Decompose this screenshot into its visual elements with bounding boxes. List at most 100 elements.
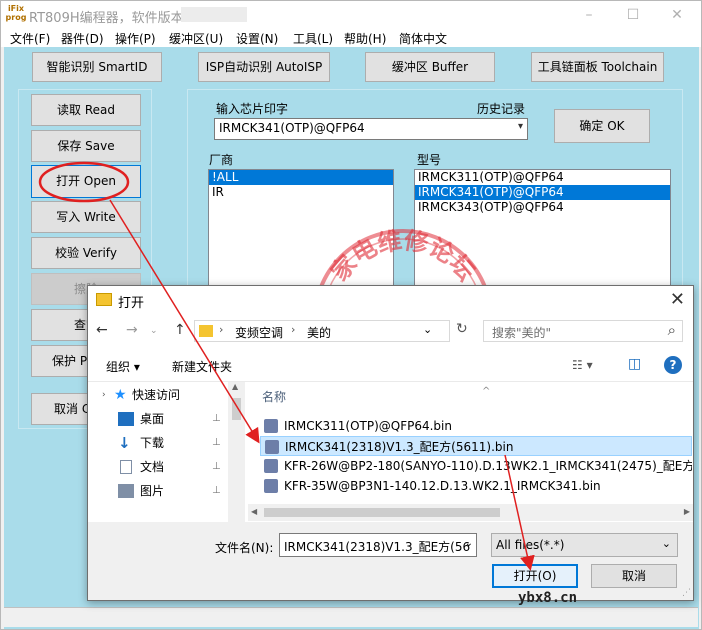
toolchain-button[interactable]: 工具链面板 Toolchain bbox=[531, 52, 664, 82]
nav-scroll-thumb[interactable] bbox=[232, 398, 241, 420]
expand-chevron-icon[interactable]: › bbox=[102, 384, 106, 406]
model-item[interactable]: IRMCK311(OTP)@QFP64 bbox=[415, 170, 670, 185]
menu-language[interactable]: 简体中文 bbox=[399, 30, 447, 47]
menu-settings[interactable]: 设置(N) bbox=[236, 30, 278, 47]
filename-input[interactable]: IRMCK341(2318)V1.3_配E方(56 ⌄ bbox=[279, 533, 477, 557]
pin-icon[interactable]: ⊥ bbox=[212, 456, 221, 478]
vendor-item[interactable]: IR bbox=[209, 185, 393, 200]
up-arrow-icon[interactable]: ↑ bbox=[174, 322, 186, 338]
breadcrumb-item[interactable]: 美的 bbox=[307, 324, 331, 341]
download-icon: ↓ bbox=[118, 434, 131, 452]
chip-input-label: 输入芯片印字 bbox=[216, 102, 289, 116]
scroll-up-icon[interactable]: ▲ bbox=[232, 382, 238, 391]
new-folder-button[interactable]: 新建文件夹 bbox=[172, 358, 232, 375]
file-icon bbox=[264, 419, 278, 433]
ok-button[interactable]: 确定 OK bbox=[554, 109, 650, 143]
nav-item-desktop[interactable]: 桌面 ⊥ bbox=[88, 408, 228, 430]
search-icon[interactable]: ⌕ bbox=[668, 321, 676, 339]
scroll-left-icon[interactable]: ◀ bbox=[251, 507, 257, 516]
sort-arrow-icon: ^ bbox=[482, 386, 491, 397]
preview-pane-icon[interactable]: ◫ bbox=[628, 356, 641, 372]
read-button[interactable]: 读取 Read bbox=[31, 94, 141, 126]
chip-input-combo[interactable]: IRMCK341(OTP)@QFP64 ▾ bbox=[214, 118, 528, 140]
write-button[interactable]: 写入 Write bbox=[31, 201, 141, 233]
model-item[interactable]: IRMCK343(OTP)@QFP64 bbox=[415, 200, 670, 215]
close-button[interactable]: ✕ bbox=[655, 3, 699, 27]
menu-operation[interactable]: 操作(P) bbox=[115, 30, 156, 47]
filetype-value: All files(*.*) bbox=[496, 538, 565, 552]
dialog-toolbar: 组织 ▾ 新建文件夹 ☷ ▾ ◫ ? bbox=[88, 348, 693, 382]
file-row[interactable]: IRMCK311(OTP)@QFP64.bin bbox=[260, 416, 692, 436]
breadcrumb-item[interactable]: 变频空调 bbox=[235, 324, 283, 341]
column-header-name[interactable]: 名称 ^ bbox=[262, 386, 490, 405]
navigation-pane: › ★ 快速访问 桌面 ⊥ ↓ 下载 ⊥ 文档 ⊥ 图片 ⊥ ▲ bbox=[88, 382, 248, 522]
maximize-button[interactable]: ☐ bbox=[611, 3, 655, 27]
search-input[interactable]: 搜索"美的" ⌕ bbox=[483, 320, 683, 342]
nav-item-quick-access[interactable]: › ★ 快速访问 bbox=[88, 384, 228, 406]
file-row[interactable]: KFR-26W@BP2-180(SANYO-110).D.13WK2.1_IRM… bbox=[260, 456, 692, 476]
filename-value: IRMCK341(2318)V1.3_配E方(56 bbox=[284, 540, 471, 554]
history-chevron-icon[interactable]: ⌄ bbox=[150, 326, 158, 336]
file-name: KFR-26W@BP2-180(SANYO-110).D.13WK2.1_IRM… bbox=[284, 459, 692, 473]
nav-item-label: 图片 bbox=[140, 484, 165, 498]
nav-item-downloads[interactable]: ↓ 下载 ⊥ bbox=[88, 432, 228, 454]
dialog-bottom-area: 文件名(N): IRMCK341(2318)V1.3_配E方(56 ⌄ All … bbox=[88, 522, 693, 600]
pin-icon[interactable]: ⊥ bbox=[212, 432, 221, 454]
buffer-button[interactable]: 缓冲区 Buffer bbox=[365, 52, 495, 82]
file-list-pane: 名称 ^ IRMCK311(OTP)@QFP64.bin IRMCK341(23… bbox=[248, 382, 693, 522]
file-row[interactable]: KFR-35W@BP3N1-140.12.D.13.WK2.1_IRMCK341… bbox=[260, 476, 692, 496]
cancel-dialog-button[interactable]: 取消 bbox=[591, 564, 677, 588]
vendor-item[interactable]: !ALL bbox=[209, 170, 393, 185]
file-name: IRMCK341(2318)V1.3_配E方(5611).bin bbox=[285, 440, 514, 454]
vendor-list[interactable]: !ALL IR bbox=[208, 169, 394, 289]
chevron-down-icon: ▾ bbox=[517, 121, 523, 132]
history-label: 历史记录 bbox=[477, 102, 526, 116]
picture-icon bbox=[118, 484, 134, 498]
dialog-close-button[interactable]: ✕ bbox=[670, 289, 685, 310]
minimize-button[interactable]: – bbox=[567, 3, 611, 27]
file-row-selected[interactable]: IRMCK341(2318)V1.3_配E方(5611).bin bbox=[260, 436, 692, 456]
address-input[interactable]: › 变频空调 › 美的 ⌄ bbox=[194, 320, 450, 342]
address-dropdown-icon[interactable]: ⌄ bbox=[423, 323, 432, 336]
scroll-right-icon[interactable]: ▶ bbox=[684, 507, 690, 516]
menu-help[interactable]: 帮助(H) bbox=[344, 30, 386, 47]
refresh-icon[interactable]: ↻ bbox=[456, 321, 468, 337]
view-options-icon[interactable]: ☷ ▾ bbox=[572, 358, 593, 372]
file-name: IRMCK311(OTP)@QFP64.bin bbox=[284, 419, 452, 433]
menu-tools[interactable]: 工具(L) bbox=[293, 30, 333, 47]
pin-icon[interactable]: ⊥ bbox=[212, 480, 221, 502]
menu-file[interactable]: 文件(F) bbox=[10, 30, 50, 47]
app-logo: iFix prog bbox=[5, 4, 27, 26]
smartid-button[interactable]: 智能识别 SmartID bbox=[32, 52, 162, 82]
organize-menu[interactable]: 组织 ▾ bbox=[106, 358, 140, 375]
horizontal-scrollbar[interactable]: ◀ ▶ bbox=[248, 504, 693, 521]
hscroll-thumb[interactable] bbox=[264, 508, 500, 517]
dialog-title: 打开 bbox=[118, 296, 145, 311]
save-button[interactable]: 保存 Save bbox=[31, 130, 141, 162]
file-icon bbox=[264, 459, 278, 473]
resize-grip-icon[interactable]: ⋰ bbox=[682, 588, 691, 598]
pin-icon[interactable]: ⊥ bbox=[212, 408, 221, 430]
filetype-dropdown-icon[interactable]: ⌄ bbox=[662, 537, 671, 550]
menu-buffer[interactable]: 缓冲区(U) bbox=[169, 30, 223, 47]
folder-icon bbox=[96, 293, 112, 306]
open-button[interactable]: 打开 Open bbox=[31, 165, 141, 198]
forward-arrow-icon[interactable]: → bbox=[126, 322, 138, 338]
dialog-title-bar: 打开 ✕ bbox=[88, 286, 693, 314]
breadcrumb-sep-icon: › bbox=[291, 323, 296, 336]
autoisp-button[interactable]: ISP自动识别 AutoISP bbox=[198, 52, 330, 82]
open-file-button[interactable]: 打开(O) bbox=[492, 564, 578, 588]
back-arrow-icon[interactable]: ← bbox=[96, 322, 108, 338]
model-item[interactable]: IRMCK341(OTP)@QFP64 bbox=[415, 185, 670, 200]
verify-button[interactable]: 校验 Verify bbox=[31, 237, 141, 269]
filetype-select[interactable]: All files(*.*) ⌄ bbox=[491, 533, 678, 557]
menu-device[interactable]: 器件(D) bbox=[61, 30, 104, 47]
file-icon bbox=[264, 479, 278, 493]
filename-label: 文件名(N): bbox=[215, 541, 274, 555]
help-icon[interactable]: ? bbox=[664, 356, 682, 374]
model-list[interactable]: IRMCK311(OTP)@QFP64 IRMCK341(OTP)@QFP64 … bbox=[414, 169, 671, 289]
nav-scrollbar[interactable]: ▲ bbox=[228, 382, 245, 522]
nav-item-documents[interactable]: 文档 ⊥ bbox=[88, 456, 228, 478]
nav-item-pictures[interactable]: 图片 ⊥ bbox=[88, 480, 228, 502]
filename-dropdown-icon[interactable]: ⌄ bbox=[465, 538, 473, 549]
